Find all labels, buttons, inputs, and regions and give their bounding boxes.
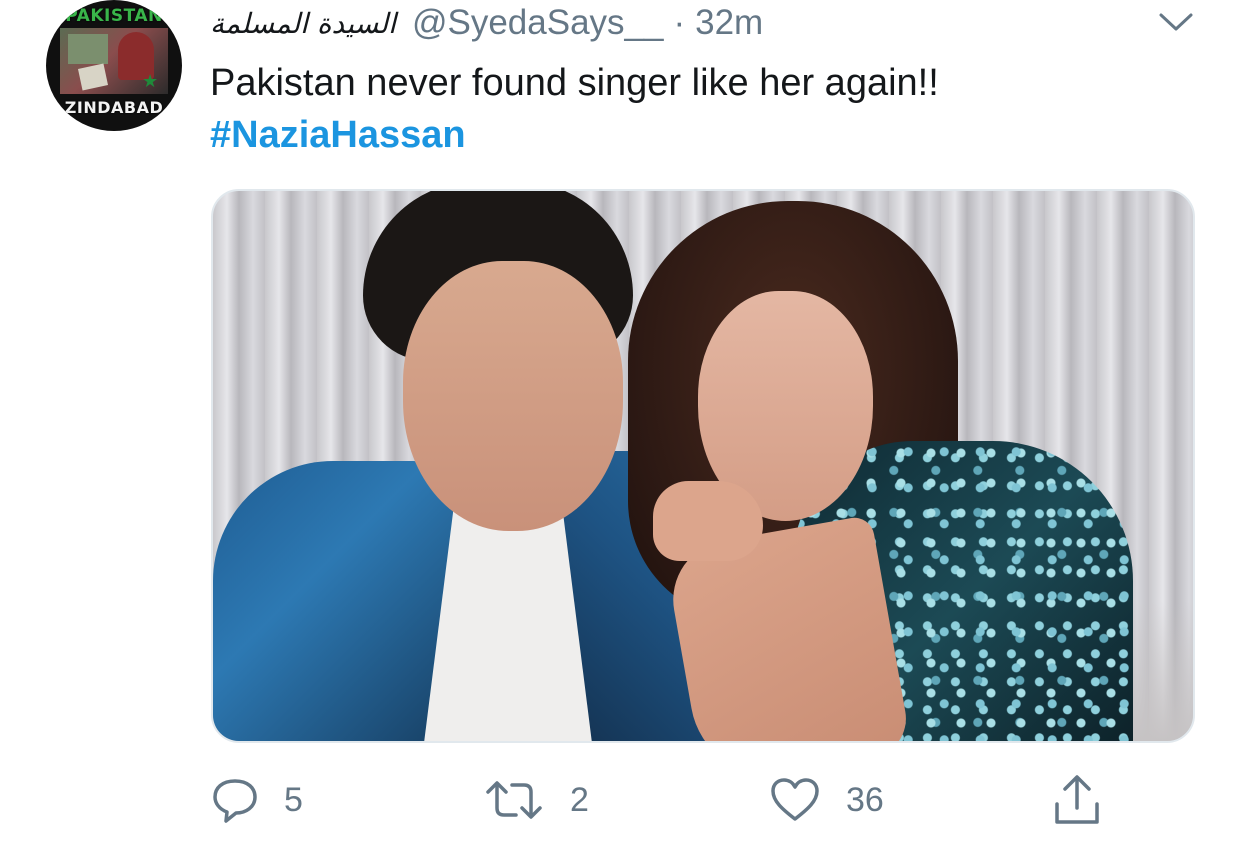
heart-icon [771,778,819,821]
retweet-icon [486,781,542,819]
reply-count: 5 [284,780,303,819]
avatar-top-text: PAKISTAN [65,6,163,26]
retweet-count: 2 [570,780,589,819]
share-icon [1055,775,1099,824]
photo-man-jacket [213,461,453,741]
tweet-text: Pakistan never found singer like her aga… [210,62,939,104]
reply-button[interactable]: 5 [212,770,303,830]
reply-icon [213,779,257,823]
avatar-bottom-text: ZINDABAD [64,98,164,117]
hashtag-link[interactable]: #NaziaHassan [210,110,466,160]
display-name[interactable]: السيدة المسلمة [210,7,396,40]
tweet-photo[interactable] [211,189,1195,743]
star-icon: ★ [142,71,159,91]
chevron-down-icon[interactable] [1158,10,1194,34]
separator-dot: · [673,3,686,42]
share-button[interactable] [1052,770,1102,830]
photo-man-face [403,261,623,531]
timestamp[interactable]: 32m [695,3,763,43]
avatar[interactable]: PAKISTAN ZINDABAD ★ [46,0,182,131]
like-button[interactable]: 36 [770,770,884,830]
tweet-header: السيدة المسلمة @SyedaSays__ · 32m [210,0,763,46]
retweet-button[interactable]: 2 [484,770,589,830]
user-handle[interactable]: @SyedaSays__ [412,3,664,43]
like-count: 36 [846,780,884,819]
tweet-actions: 5 2 36 [0,770,1242,834]
